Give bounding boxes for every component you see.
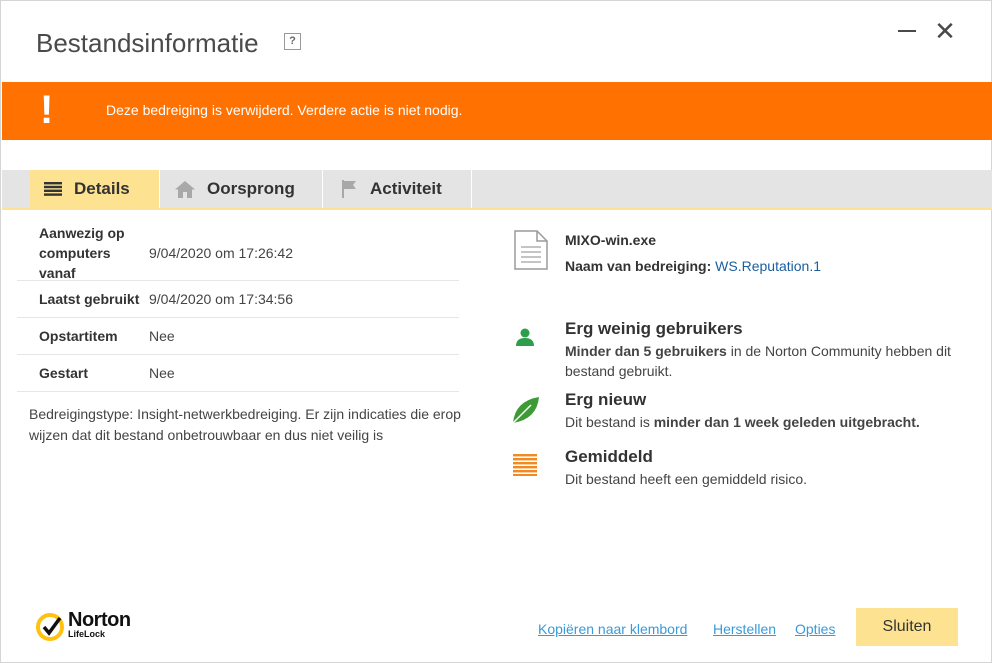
window-title: Bestandsinformatie — [36, 28, 259, 58]
minimize-button[interactable] — [894, 19, 922, 43]
close-button[interactable]: Sluiten — [856, 608, 958, 646]
help-icon[interactable]: ? — [284, 33, 301, 50]
options-link[interactable]: Opties — [795, 621, 835, 637]
file-icon — [514, 230, 548, 275]
risk-bars-icon — [513, 454, 537, 481]
tab-activity[interactable]: Activiteit — [324, 170, 472, 208]
info-block-risk: Gemiddeld Dit bestand heeft een gemiddel… — [565, 447, 975, 489]
property-row: Opstartitem Nee — [17, 318, 459, 355]
tab-activity-label: Activiteit — [370, 179, 442, 198]
property-row: Gestart Nee — [17, 355, 459, 392]
property-label: Opstartitem — [39, 328, 118, 344]
close-icon[interactable]: ✕ — [931, 18, 959, 44]
leaf-icon — [511, 395, 541, 430]
banner-message: Deze bedreiging is verwijderd. Verdere a… — [106, 102, 463, 118]
property-label: Laatst gebruikt — [39, 291, 140, 307]
info-title: Erg weinig gebruikers — [565, 319, 743, 338]
info-text: Dit bestand is minder dan 1 week geleden… — [565, 412, 975, 432]
info-text-bold: minder dan 1 week geleden uitgebracht. — [653, 414, 920, 430]
property-label: Gestart — [39, 365, 89, 381]
file-name: MIXO-win.exe — [565, 232, 657, 248]
property-value: Nee — [149, 365, 175, 381]
tab-bar: Details Oorsprong Activiteit — [2, 170, 992, 210]
properties-table: Aanwezig op computers vanaf 9/04/2020 om… — [17, 225, 459, 392]
norton-check-icon — [36, 613, 64, 641]
property-value: 9/04/2020 om 17:26:42 — [149, 245, 294, 261]
tab-origin[interactable]: Oorsprong — [161, 170, 323, 208]
tab-origin-label: Oorsprong — [207, 179, 295, 198]
info-title: Erg nieuw — [565, 390, 647, 409]
property-value: Nee — [149, 328, 175, 344]
property-row: Aanwezig op computers vanaf 9/04/2020 om… — [17, 225, 459, 281]
info-block-users: Erg weinig gebruikers Minder dan 5 gebru… — [565, 319, 975, 381]
home-icon — [175, 180, 195, 198]
file-info-window: Bestandsinformatie ? ✕ ! Deze bedreiging… — [0, 0, 992, 663]
property-row: Laatst gebruikt 9/04/2020 om 17:34:56 — [17, 281, 459, 318]
threat-name-line: Naam van bedreiging: WS.Reputation.1 — [565, 258, 821, 274]
tab-details-label: Details — [74, 179, 130, 198]
info-text: Minder dan 5 gebruikers in de Norton Com… — [565, 341, 975, 381]
info-text: Dit bestand heeft een gemiddeld risico. — [565, 471, 808, 487]
threat-description: Bedreigingstype: Insight-netwerkbedreigi… — [29, 406, 461, 443]
norton-logo: Norton LifeLock — [35, 610, 131, 642]
info-title: Gemiddeld — [565, 447, 653, 466]
info-block-new: Erg nieuw Dit bestand is minder dan 1 we… — [565, 390, 975, 432]
warning-icon: ! — [40, 88, 54, 132]
property-label: Aanwezig op computers vanaf — [39, 225, 125, 281]
restore-link[interactable]: Herstellen — [713, 621, 776, 637]
threat-label: Naam van bedreiging: — [565, 258, 712, 274]
copy-to-clipboard-link[interactable]: Kopiëren naar klembord — [538, 621, 687, 637]
user-icon — [515, 327, 535, 352]
property-value: 9/04/2020 om 17:34:56 — [149, 291, 294, 307]
list-icon — [44, 182, 62, 196]
status-banner: ! Deze bedreiging is verwijderd. Verdere… — [2, 82, 992, 140]
flag-icon — [342, 180, 358, 198]
threat-name-link[interactable]: WS.Reputation.1 — [715, 258, 821, 274]
info-text-prefix: Dit bestand is — [565, 414, 654, 430]
info-text-bold: Minder dan 5 gebruikers — [565, 343, 727, 359]
tab-details[interactable]: Details — [30, 170, 160, 208]
